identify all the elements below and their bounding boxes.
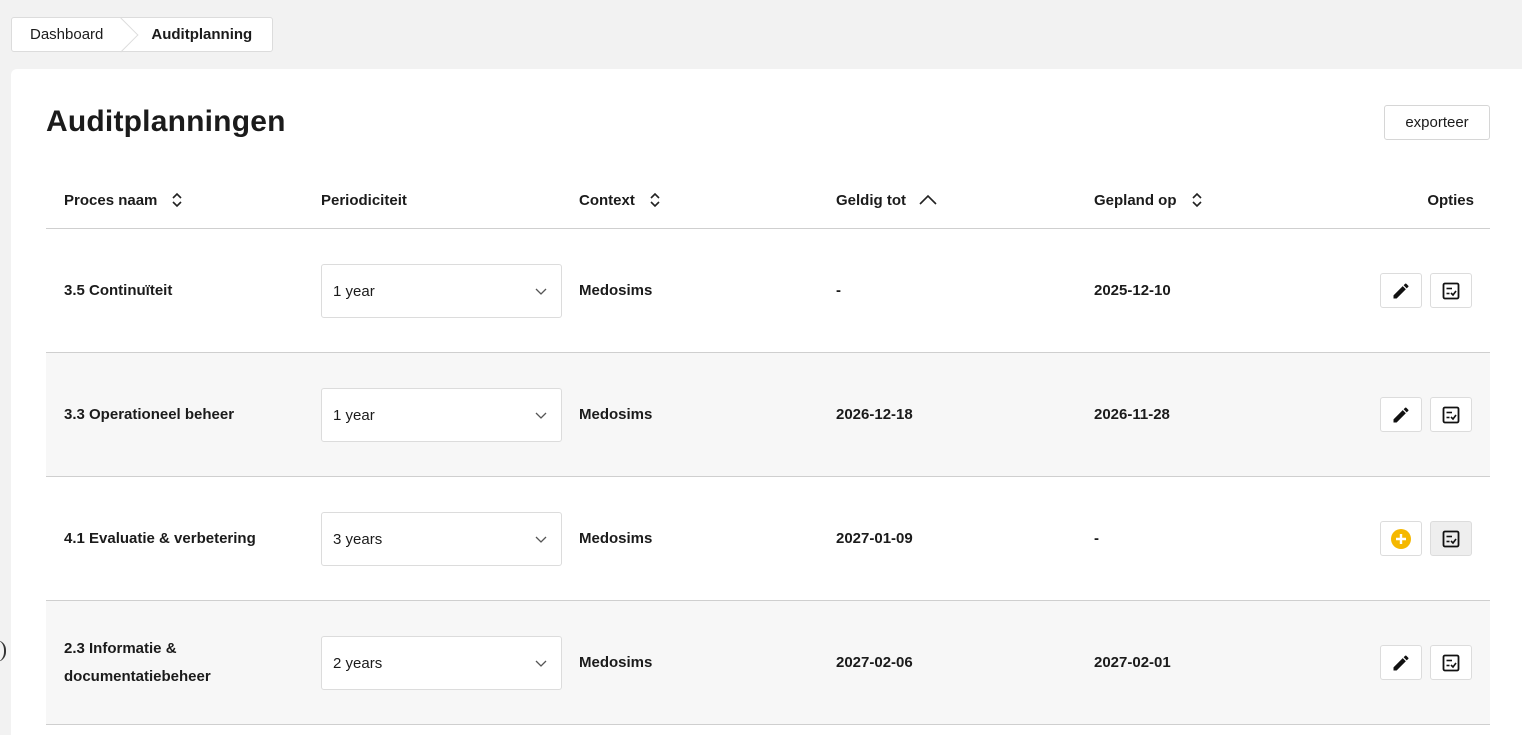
gepland-op-cell: 2027-02-01 [1094, 654, 1171, 671]
periodicity-value: 1 year [333, 282, 375, 300]
column-header-geldig[interactable]: Geldig tot [836, 191, 938, 209]
context-cell: Medosims [579, 282, 653, 299]
geldig-tot-cell: - [836, 282, 841, 299]
chevron-down-icon [535, 536, 547, 543]
proces-cell: 4.1 Evaluatie & verbetering [64, 477, 294, 600]
proces-cell: 2.3 Informatie & documentatiebeheer [64, 601, 294, 724]
context-cell: Medosims [579, 530, 653, 547]
proces-name: 3.5 Continuïteit [64, 281, 173, 299]
column-label-gepland: Gepland op [1094, 191, 1177, 209]
column-header-proces[interactable]: Proces naam [64, 191, 185, 209]
geldig-tot-cell: 2026-12-18 [836, 406, 913, 423]
geldig-tot-cell: 2027-02-06 [836, 654, 913, 671]
table-row: 2.3 Informatie & documentatiebeheer 2 yea… [46, 601, 1490, 725]
page-title: Auditplanningen [46, 105, 286, 138]
table-row: 3.5 Continuïteit 1 year Medosims - 2025-… [46, 229, 1490, 353]
sort-unsorted-icon[interactable] [1189, 191, 1205, 209]
checklist-icon [1442, 530, 1460, 547]
context-cell: Medosims [579, 406, 653, 423]
column-label-opties: Opties [1427, 191, 1474, 209]
audit-checklist-button[interactable] [1430, 273, 1472, 308]
periodicity-select[interactable]: 1 year [321, 388, 562, 442]
edit-button[interactable] [1380, 397, 1422, 432]
column-header-periodiciteit: Periodiciteit [321, 192, 407, 209]
sort-unsorted-icon[interactable] [647, 191, 663, 209]
audit-table: Proces naam Periodiciteit Context Geldig… [46, 172, 1490, 725]
chevron-down-icon [535, 660, 547, 667]
proces-name: 4.1 Evaluatie & verbetering [64, 529, 256, 547]
periodicity-select[interactable]: 1 year [321, 264, 562, 318]
add-circle-icon [1391, 528, 1411, 549]
column-label-periodiciteit: Periodiciteit [321, 191, 407, 209]
sort-unsorted-icon[interactable] [169, 191, 185, 209]
checklist-icon [1442, 654, 1460, 671]
periodicity-select[interactable]: 3 years [321, 512, 562, 566]
table-header: Proces naam Periodiciteit Context Geldig… [46, 172, 1490, 229]
checklist-icon [1442, 282, 1460, 299]
proces-cell: 3.3 Operationeel beheer [64, 353, 294, 476]
gepland-op-cell: - [1094, 530, 1099, 547]
edit-icon [1393, 654, 1409, 670]
breadcrumb: Dashboard Auditplanning [11, 17, 274, 52]
table-row: 3.3 Operationeel beheer 1 year Medosims … [46, 353, 1490, 477]
column-label-geldig: Geldig tot [836, 191, 906, 209]
chevron-down-icon [535, 412, 547, 419]
geldig-tot-cell: 2027-01-09 [836, 530, 913, 547]
edit-button[interactable] [1380, 273, 1422, 308]
periodicity-select[interactable]: 2 years [321, 636, 562, 690]
main-card: Auditplanningen exporteer Proces naam Pe… [11, 69, 1522, 735]
gepland-op-cell: 2025-12-10 [1094, 282, 1171, 299]
periodicity-value: 3 years [333, 530, 383, 548]
breadcrumb-dashboard[interactable]: Dashboard [12, 18, 125, 51]
context-cell: Medosims [579, 654, 653, 671]
column-label-context: Context [579, 191, 635, 209]
proces-name: 2.3 Informatie & [64, 639, 177, 657]
column-label-proces: Proces naam [64, 191, 158, 209]
audit-checklist-button[interactable] [1430, 521, 1472, 556]
column-header-gepland[interactable]: Gepland op [1094, 191, 1205, 209]
breadcrumb-auditplanning: Auditplanning [151, 26, 253, 43]
edit-button[interactable] [1380, 645, 1422, 680]
sort-ascending-icon[interactable] [918, 191, 938, 209]
proces-cell: 3.5 Continuïteit [64, 229, 294, 352]
edit-icon [1393, 406, 1409, 422]
column-header-opties: Opties [1427, 192, 1474, 209]
edit-icon [1393, 282, 1409, 298]
column-header-context[interactable]: Context [579, 191, 663, 209]
audit-checklist-button[interactable] [1430, 397, 1472, 432]
proces-name: 3.3 Operationeel beheer [64, 405, 235, 423]
add-planning-button[interactable] [1380, 521, 1422, 556]
export-button[interactable]: exporteer [1384, 105, 1490, 140]
gepland-op-cell: 2026-11-28 [1094, 406, 1170, 423]
periodicity-value: 1 year [333, 406, 375, 424]
chevron-down-icon [535, 288, 547, 295]
table-row: 4.1 Evaluatie & verbetering 3 years Medo… [46, 477, 1490, 601]
edge-indicator [0, 640, 6, 662]
periodicity-value: 2 years [333, 654, 383, 672]
checklist-icon [1442, 406, 1460, 423]
proces-name-line2: documentatiebeheer [64, 667, 211, 685]
audit-checklist-button[interactable] [1430, 645, 1472, 680]
